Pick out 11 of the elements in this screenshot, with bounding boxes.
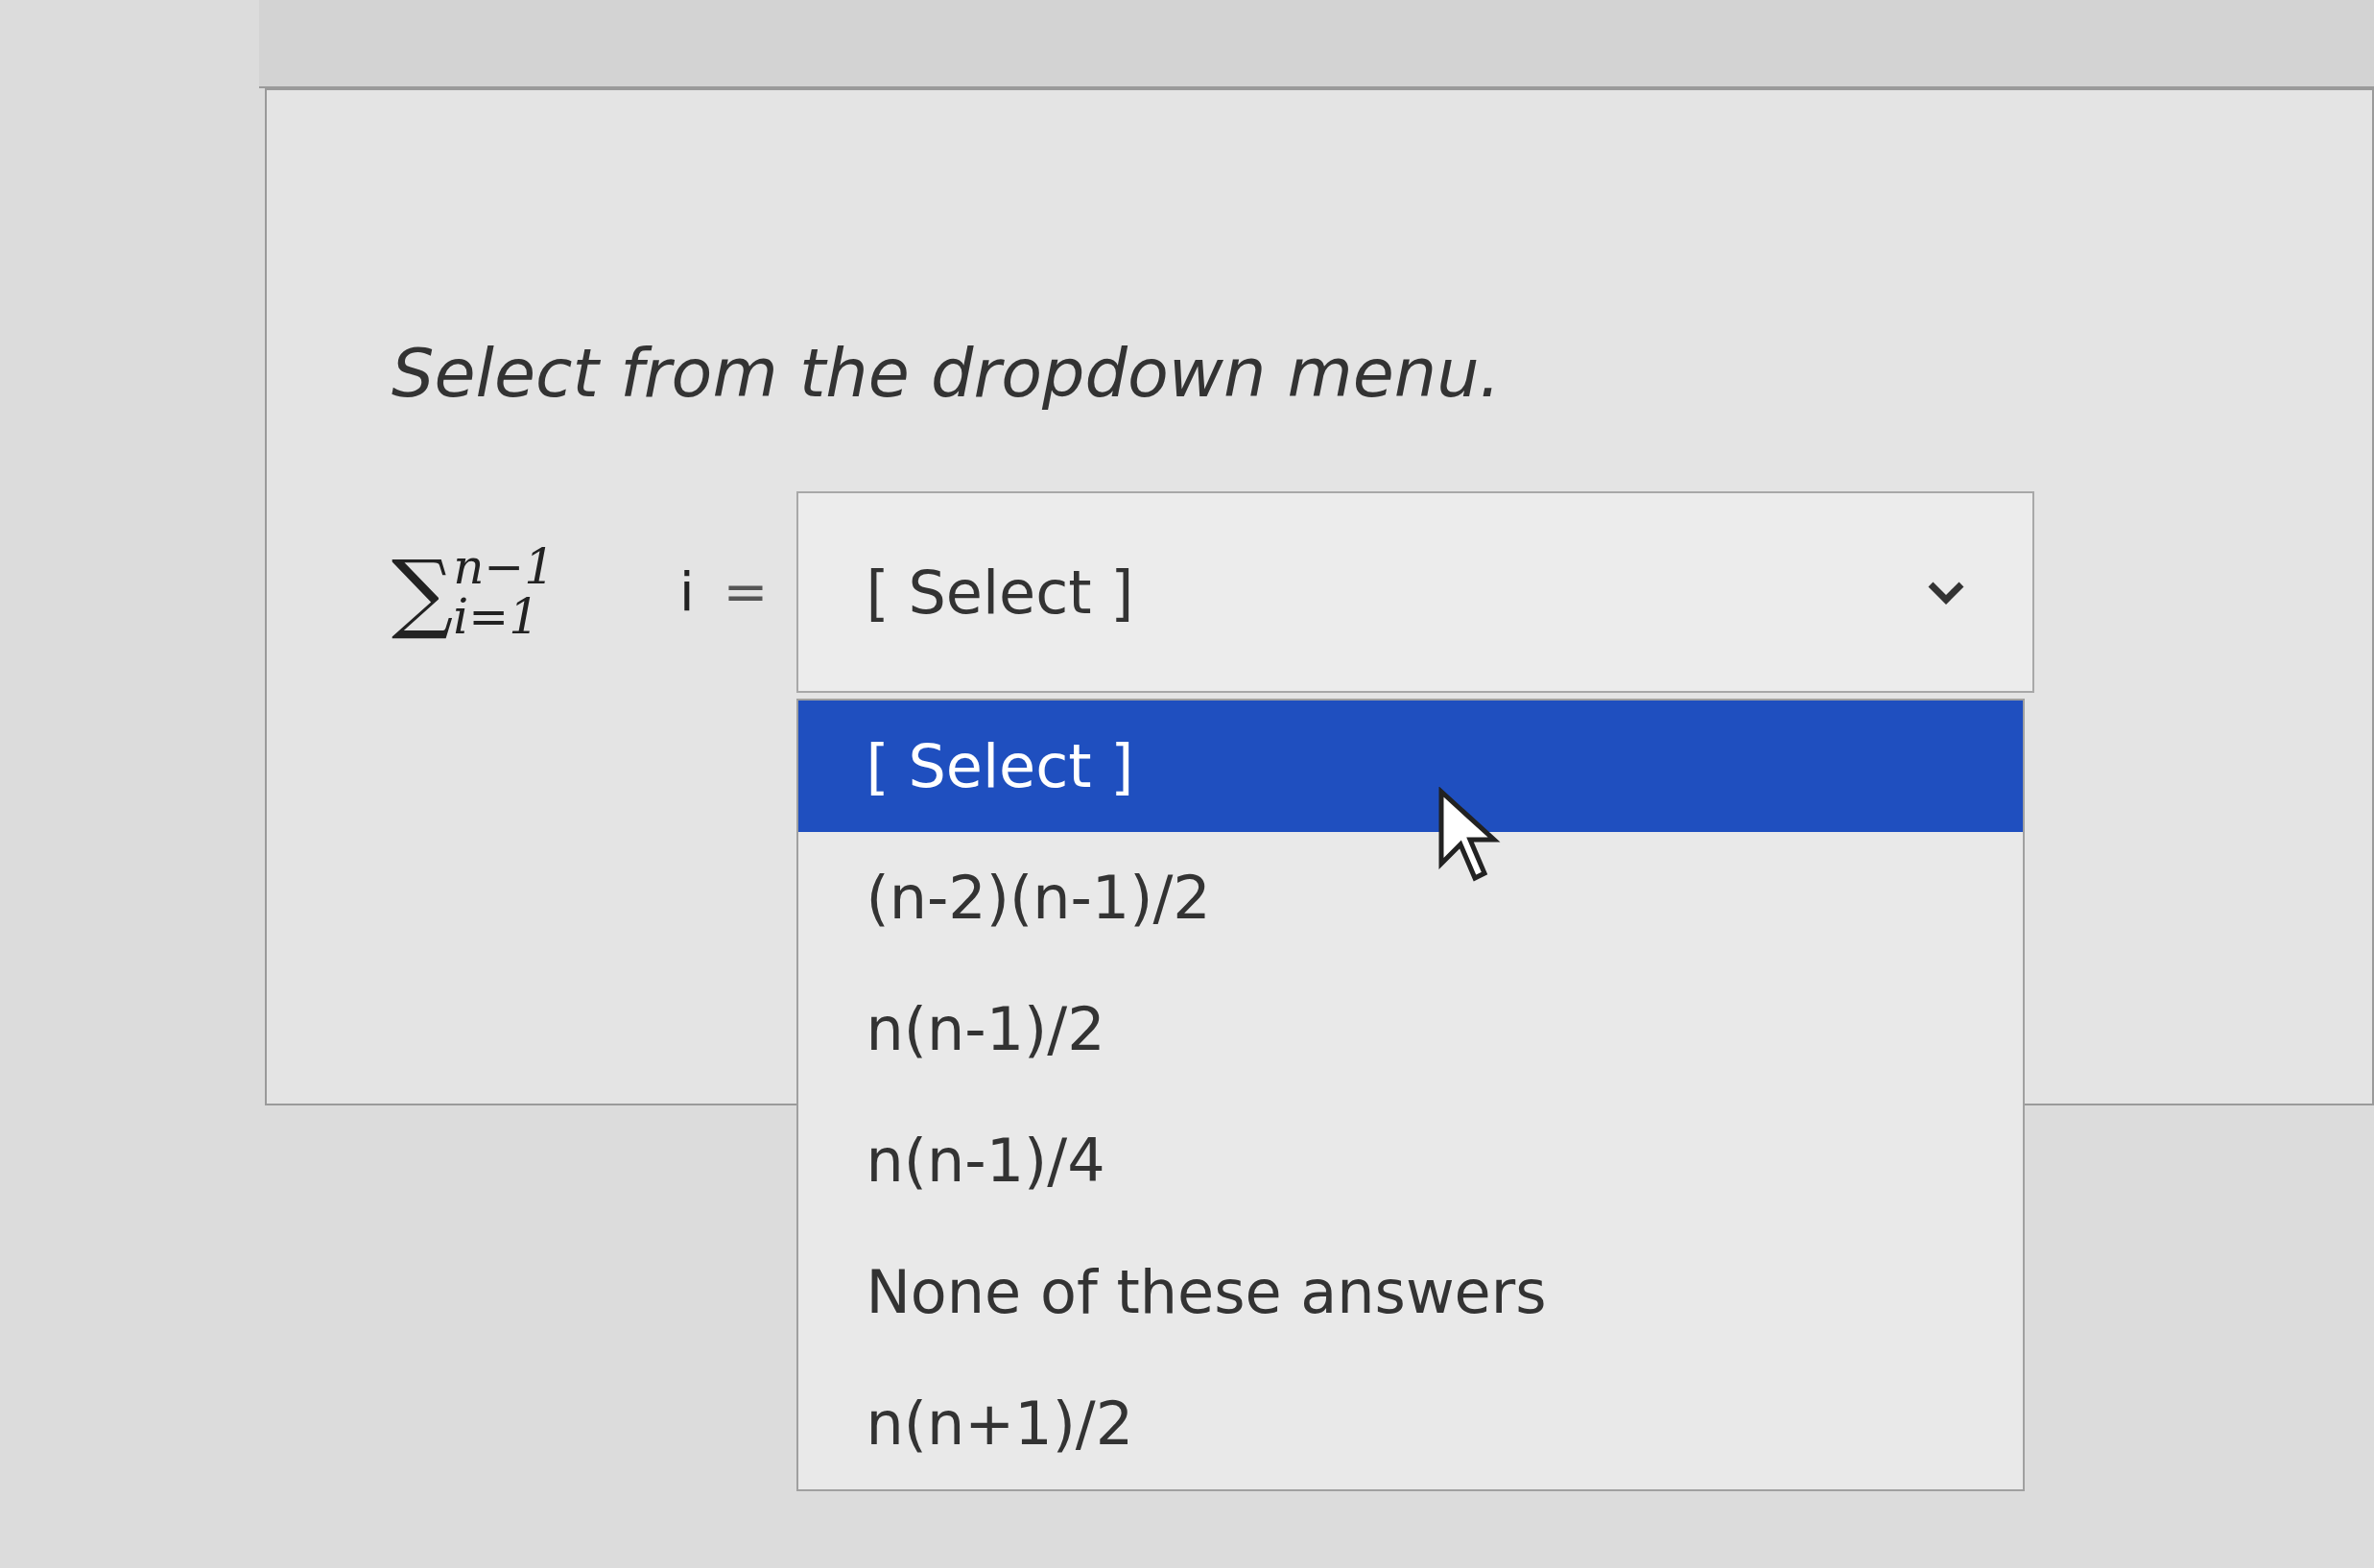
dropdown-option[interactable]: (n-2)(n-1)/2 (798, 832, 2024, 963)
select-dropdown[interactable]: [ Select ] (796, 491, 2035, 693)
dropdown-option[interactable]: n(n-1)/4 (798, 1095, 2024, 1226)
dropdown-option[interactable]: [ Select ] (798, 701, 2024, 832)
sum-term: i (679, 559, 695, 625)
dropdown-option[interactable]: n(n-1)/2 (798, 963, 2024, 1095)
dropdown-option[interactable]: n(n+1)/2 (798, 1358, 2024, 1489)
dropdown-option[interactable]: None of these answers (798, 1226, 2024, 1358)
equals-sign: = (723, 559, 769, 625)
lower-limit: i=1 (453, 592, 540, 643)
upper-limit: n−1 (453, 541, 556, 592)
